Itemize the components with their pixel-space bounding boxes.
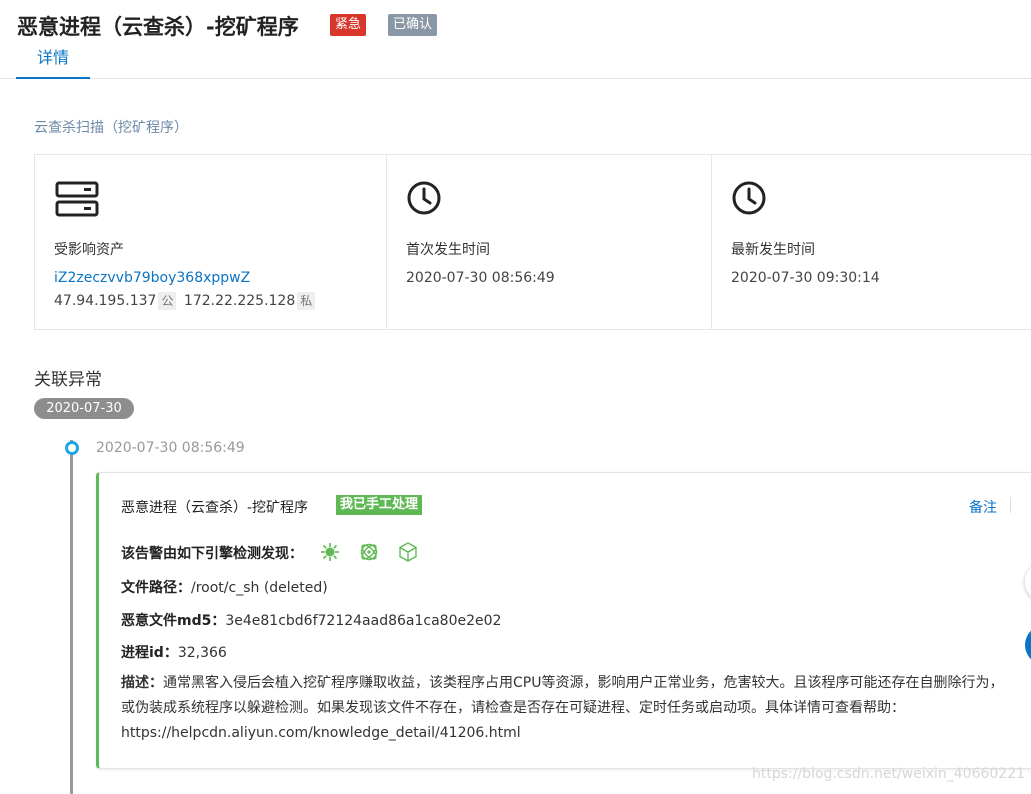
description-label: 描述： [121,675,163,691]
ip-addresses: 47.94.195.137 公 172.22.225.128 私 [54,292,318,310]
first-time-value: 2020-07-30 08:56:49 [406,270,555,286]
first-time-label: 首次发生时间 [406,242,490,258]
public-ip: 47.94.195.137 [54,293,157,309]
tab-details[interactable]: 详情 [16,46,90,79]
affected-asset-card: 受影响资产 iZ2zeczvvb79boy368xppwZ 47.94.195.… [35,155,386,329]
note-link[interactable]: 备注 [969,497,997,517]
related-anomalies-title: 关联异常 [34,370,102,390]
clock-icon [731,180,767,220]
md5-row: 恶意文件md5：3e4e81cbd6f72124aad86a1ca80e2e02 [121,610,501,630]
description-value: 通常黑客入侵后会植入挖矿程序赚取收益，该类程序占用CPU等资源，影响用户正常业务… [121,675,1004,741]
event-title: 恶意进程（云查杀）-挖矿程序 [121,500,309,516]
page-title: 恶意进程（云查杀）-挖矿程序 [17,15,299,39]
public-ip-tag: 公 [158,292,177,310]
pid-value: 32,366 [177,645,227,661]
event-time: 2020-07-30 08:56:49 [96,440,245,456]
latest-occurrence-card: 最新发生时间 2020-07-30 09:30:14 [711,155,1031,329]
md5-value: 3e4e81cbd6f72124aad86a1ca80e2e02 [225,613,502,629]
last-time-label: 最新发生时间 [731,242,815,258]
atom-icon [358,543,385,567]
pid-label: 进程id： [121,645,178,661]
cube-icon [397,542,419,567]
page-header: 恶意进程（云查杀）-挖矿程序 紧急 已确认 详情 [0,0,1031,79]
md5-label: 恶意文件md5： [121,613,226,629]
summary-cards: 受影响资产 iZ2zeczvvb79boy368xppwZ 47.94.195.… [34,154,1031,330]
private-ip: 172.22.225.128 [183,293,296,309]
instance-id-link[interactable]: iZ2zeczvvb79boy368xppwZ [54,270,250,286]
pid-row: 进程id：32,366 [121,642,227,662]
private-ip-tag: 私 [297,292,316,310]
timeline-dot [65,441,79,455]
file-path-label: 文件路径： [121,580,191,596]
engines-label: 该告警由如下引擎检测发现： [121,546,303,562]
clock-icon [406,180,442,220]
event-card: 恶意进程（云查杀）-挖矿程序 我已手工处理 备注 该告警由如下引擎检测发现： 文… [96,472,1031,769]
file-path-row: 文件路径：/root/c_sh (deleted) [121,577,328,597]
watermark: https://blog.csdn.net/weixin_40660221 [752,766,1026,782]
divider [1010,497,1011,513]
confirmed-badge: 已确认 [388,14,438,36]
timeline-date-pill: 2020-07-30 [34,398,134,419]
last-time-value: 2020-07-30 09:30:14 [731,270,880,286]
engine-icons [319,541,419,567]
virus-icon [319,543,346,567]
handled-badge: 我已手工处理 [336,495,423,515]
description: 描述：通常黑客入侵后会植入挖矿程序赚取收益，该类程序占用CPU等资源，影响用户正… [121,671,1011,746]
engines-row: 该告警由如下引擎检测发现： [121,543,303,563]
server-icon [54,180,100,224]
scan-type-label: 云查杀扫描（挖矿程序） [34,120,188,136]
urgent-badge: 紧急 [330,14,367,36]
timeline-line [70,440,73,794]
asset-label: 受影响资产 [54,242,124,258]
file-path-value: /root/c_sh (deleted) [191,580,328,596]
first-occurrence-card: 首次发生时间 2020-07-30 08:56:49 [386,155,711,329]
